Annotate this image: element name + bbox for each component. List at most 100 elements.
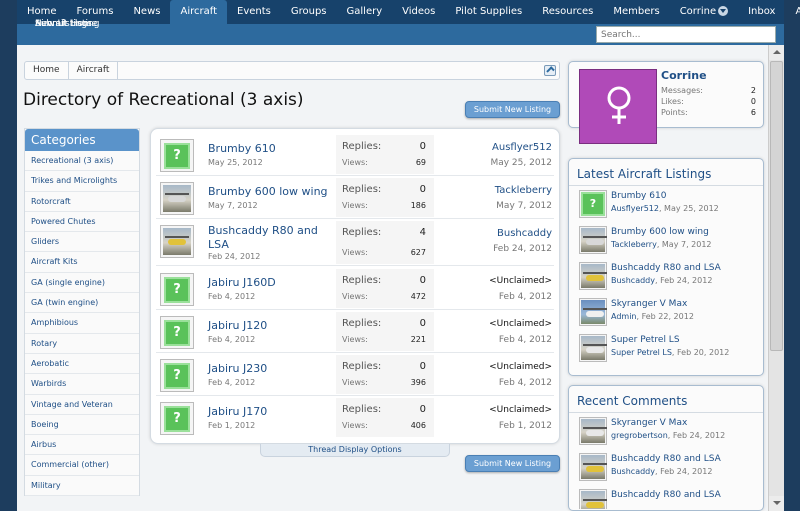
listing-title[interactable]: Jabiru J120: [208, 319, 328, 333]
latest-listing-item: Bushcaddy R80 and LSA Bushcaddy, Feb 24,…: [579, 262, 759, 294]
category-gliders[interactable]: Gliders: [25, 232, 139, 253]
listing-title[interactable]: Jabiru J230: [208, 362, 328, 376]
listing-title[interactable]: Brumby 600 low wing: [208, 185, 328, 199]
nav-events[interactable]: Events: [227, 0, 281, 24]
latest-listing-meta: Ausflyer512, May 25, 2012: [611, 204, 719, 213]
latest-listing-thumbnail[interactable]: [579, 334, 607, 362]
submit-new-listing-button-bottom[interactable]: Submit New Listing: [465, 455, 560, 472]
scroll-up-arrow-icon[interactable]: [769, 45, 784, 60]
comment-meta: gregrobertson, Feb 24, 2012: [611, 431, 725, 440]
views-count: 472: [410, 292, 426, 301]
scrollbar-thumb[interactable]: [770, 61, 783, 351]
replies-label: Replies:: [342, 184, 382, 195]
category-trikes[interactable]: Trikes and Microlights: [25, 171, 139, 192]
listing-thumbnail[interactable]: ?: [160, 316, 194, 349]
category-rotary[interactable]: Rotary: [25, 334, 139, 354]
listing-user[interactable]: Tackleberry: [495, 185, 552, 196]
category-warbirds[interactable]: Warbirds: [25, 374, 139, 395]
latest-listing-user[interactable]: Tackleberry: [611, 240, 657, 249]
latest-listing-thumbnail[interactable]: [579, 262, 607, 290]
latest-listing-title[interactable]: Brumby 600 low wing: [611, 227, 709, 237]
latest-listing-user[interactable]: Bushcaddy: [611, 276, 655, 285]
thread-display-options-toggle[interactable]: Thread Display Options: [260, 444, 450, 457]
latest-listing-user[interactable]: Ausflyer512: [611, 204, 659, 213]
nav-account-menu[interactable]: Corrine: [670, 0, 738, 24]
nav-videos[interactable]: Videos: [392, 0, 445, 24]
nav-alerts[interactable]: Alerts: [785, 0, 800, 24]
listing-last-date: May 25, 2012: [490, 158, 552, 168]
comment-thumbnail[interactable]: [579, 453, 607, 481]
latest-listing-user[interactable]: Admin: [611, 312, 637, 321]
views-count: 406: [410, 421, 426, 430]
listing-row: ? Jabiru J230 Feb 4, 2012 Replies: 0 Vie…: [156, 354, 554, 396]
comment-listing-title[interactable]: Bushcaddy R80 and LSA: [611, 454, 721, 464]
search-input[interactable]: [596, 26, 776, 43]
latest-listing-user[interactable]: Super Petrel LS: [611, 348, 672, 357]
vertical-scrollbar[interactable]: [768, 45, 784, 511]
latest-listing-date: , May 25, 2012: [658, 204, 719, 213]
listing-list: ? Brumby 610 May 25, 2012 Replies: 0 Vie…: [150, 128, 560, 444]
scroll-down-arrow-icon[interactable]: [769, 496, 784, 511]
listing-user-unclaimed: <Unclaimed>: [489, 319, 552, 329]
latest-listing-thumbnail[interactable]: [579, 226, 607, 254]
latest-listing-thumbnail[interactable]: ?: [579, 190, 607, 218]
listing-thumbnail[interactable]: ?: [160, 402, 194, 435]
nav-inbox[interactable]: Inbox: [738, 0, 785, 24]
listing-user[interactable]: Ausflyer512: [492, 142, 552, 153]
latest-listing-meta: Super Petrel LS, Feb 20, 2012: [611, 348, 729, 357]
nav-groups[interactable]: Groups: [281, 0, 337, 24]
latest-listing-title[interactable]: Brumby 610: [611, 191, 666, 201]
listing-user[interactable]: Bushcaddy: [497, 228, 552, 239]
comment-user[interactable]: gregrobertson: [611, 431, 668, 440]
latest-listing-title[interactable]: Bushcaddy R80 and LSA: [611, 263, 721, 273]
jump-to-icon[interactable]: [544, 65, 556, 76]
views-label: Views:: [342, 292, 368, 301]
listing-thumbnail[interactable]: [160, 225, 194, 258]
listing-last-date: Feb 1, 2012: [498, 421, 552, 431]
listing-thumbnail[interactable]: [160, 182, 194, 215]
nav-resources[interactable]: Resources: [532, 0, 603, 24]
category-vintage[interactable]: Vintage and Veteran: [25, 395, 139, 415]
category-airbus[interactable]: Airbus: [25, 435, 139, 456]
latest-listing-date: , Feb 20, 2012: [671, 348, 730, 357]
comment-listing-title[interactable]: Skyranger V Max: [611, 418, 687, 428]
listing-date: Feb 1, 2012: [208, 421, 256, 430]
category-military[interactable]: Military: [25, 476, 139, 497]
listing-thumbnail[interactable]: ?: [160, 273, 194, 306]
listing-last-date: May 7, 2012: [496, 201, 552, 211]
category-ga-single[interactable]: GA (single engine): [25, 273, 139, 294]
user-name[interactable]: Corrine: [661, 69, 707, 82]
breadcrumb-home[interactable]: Home: [25, 62, 69, 79]
listing-thumbnail[interactable]: ?: [160, 139, 194, 172]
comment-thumbnail[interactable]: [579, 489, 607, 509]
listing-title[interactable]: Brumby 610: [208, 142, 328, 156]
comment-date: , Feb 24, 2012: [667, 431, 726, 440]
comment-thumbnail[interactable]: [579, 417, 607, 445]
latest-listing-title[interactable]: Super Petrel LS: [611, 335, 680, 345]
nav-gallery[interactable]: Gallery: [337, 0, 393, 24]
breadcrumb-aircraft[interactable]: Aircraft: [69, 62, 119, 79]
nav-members[interactable]: Members: [603, 0, 669, 24]
submit-new-listing-button-top[interactable]: Submit New Listing: [465, 101, 560, 118]
category-boeing[interactable]: Boeing: [25, 415, 139, 436]
nav-pilot-supplies[interactable]: Pilot Supplies: [445, 0, 532, 24]
comment-meta: Bushcaddy, Feb 24, 2012: [611, 467, 712, 476]
category-commercial[interactable]: Commercial (other): [25, 455, 139, 476]
listing-thumbnail[interactable]: ?: [160, 359, 194, 392]
latest-listing-title[interactable]: Skyranger V Max: [611, 299, 687, 309]
category-ga-twin[interactable]: GA (twin engine): [25, 293, 139, 314]
listing-title[interactable]: Jabiru J170: [208, 405, 328, 419]
category-amphibious[interactable]: Amphibious: [25, 313, 139, 334]
category-rotorcraft[interactable]: Rotorcraft: [25, 192, 139, 212]
comment-listing-title[interactable]: Bushcaddy R80 and LSA: [611, 490, 721, 500]
category-powered-chutes[interactable]: Powered Chutes: [25, 212, 139, 233]
avatar[interactable]: [579, 69, 657, 144]
listing-title[interactable]: Jabiru J160D: [208, 276, 328, 290]
listing-title[interactable]: Bushcaddy R80 and LSA: [208, 224, 328, 252]
category-aerobatic[interactable]: Aerobatic: [25, 354, 139, 375]
listing-date: Feb 4, 2012: [208, 292, 256, 301]
category-recreational[interactable]: Recreational (3 axis): [25, 151, 139, 172]
category-aircraft-kits[interactable]: Aircraft Kits: [25, 252, 139, 273]
latest-listing-thumbnail[interactable]: [579, 298, 607, 326]
comment-user[interactable]: Bushcaddy: [611, 467, 655, 476]
